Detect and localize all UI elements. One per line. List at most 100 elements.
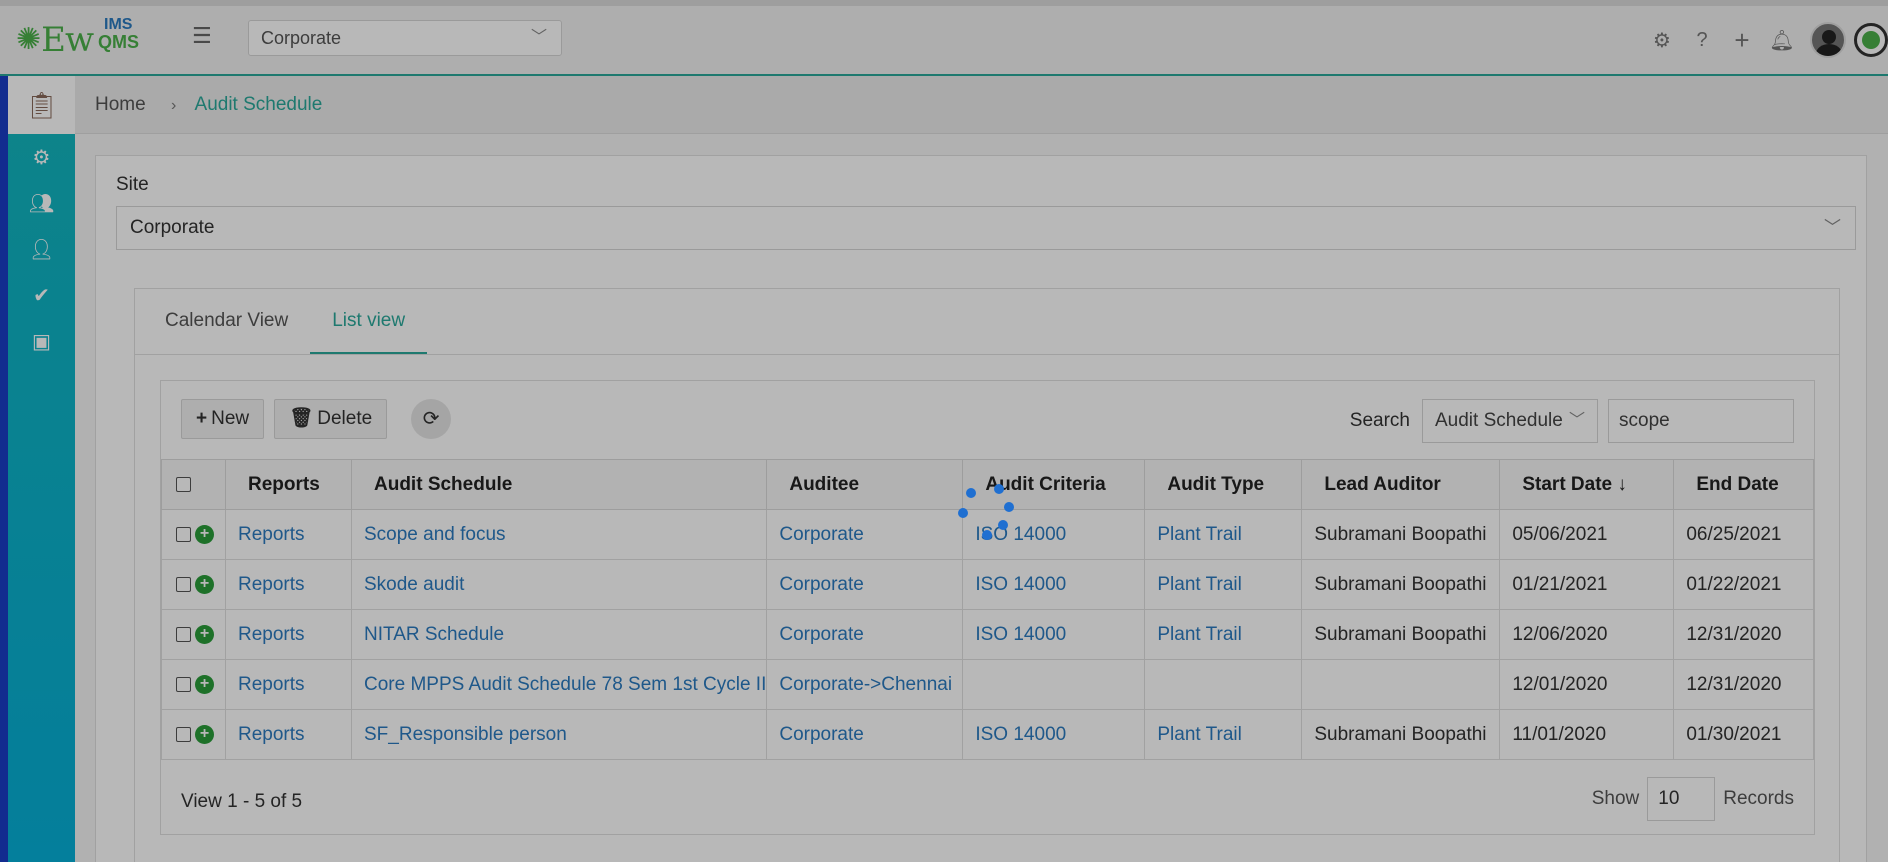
expand-row-icon[interactable]: +	[195, 674, 214, 694]
cell-type[interactable]: Plant Trail	[1144, 509, 1303, 560]
tab-list-view[interactable]: List view	[310, 289, 428, 354]
cell-lead: Subramani Boopathi	[1301, 559, 1501, 610]
cell-lead	[1301, 659, 1501, 710]
user-shield-icon[interactable]: 👤︎	[8, 226, 75, 272]
sidebar: 📋︎ ⚙ 👥︎ 👤︎ ✔︎ ▣	[0, 76, 75, 862]
gear-icon[interactable]: ⚙	[8, 134, 75, 180]
cell-lead: Subramani Boopathi	[1301, 709, 1501, 760]
view-tabs: Calendar View List view	[135, 289, 1839, 355]
user-check-icon[interactable]: ✔︎	[8, 272, 75, 318]
table-row[interactable]: + Reports Core MPPS Audit Schedule 78 Sem …	[161, 659, 1814, 710]
cell-start: 12/06/2020	[1499, 609, 1675, 660]
cell-type[interactable]: Plant Trail	[1144, 609, 1303, 660]
delete-button[interactable]: 🗑︎ Delete	[274, 399, 388, 439]
cell-auditee[interactable]: Corporate->Chennai	[766, 659, 964, 710]
expand-row-icon[interactable]: +	[195, 574, 214, 594]
cell-reports[interactable]: Reports	[225, 609, 352, 660]
help-icon[interactable]: ?	[1682, 29, 1722, 52]
cell-schedule[interactable]: SF_Responsible person	[350, 709, 768, 760]
tab-calendar-view[interactable]: Calendar View	[143, 289, 310, 354]
cell-criteria[interactable]: ISO 14000	[962, 609, 1146, 660]
view-tabs-container: Calendar View List view + New 🗑︎ Delete ⟳ …	[134, 288, 1840, 862]
column-header-reports[interactable]: Reports	[225, 459, 352, 510]
expand-row-icon[interactable]: +	[195, 724, 214, 744]
cell-end: 06/25/2021	[1673, 509, 1814, 560]
row-checkbox[interactable]	[176, 626, 191, 642]
brand-badge-icon[interactable]	[1854, 23, 1888, 57]
menu-toggle-icon[interactable]: ☰	[192, 25, 214, 47]
gear-icon[interactable]: ⚙	[1642, 28, 1682, 53]
cell-criteria[interactable]: ISO 14000	[962, 709, 1146, 760]
search-field-select[interactable]: Audit Schedule ﹀	[1422, 399, 1598, 443]
search-input[interactable]	[1608, 399, 1794, 443]
audit-doc-icon[interactable]: 📋︎	[8, 76, 75, 134]
chevron-down-icon: ﹀	[1568, 412, 1585, 429]
column-header-audit-type[interactable]: Audit Type	[1144, 459, 1303, 510]
column-header-lead-auditor[interactable]: Lead Auditor	[1301, 459, 1501, 510]
column-header-audit-schedule[interactable]: Audit Schedule	[350, 459, 768, 510]
table-row[interactable]: + Reports NITAR Schedule Corporate ISO 14000…	[161, 609, 1814, 660]
cell-auditee[interactable]: Corporate	[766, 609, 964, 660]
users-gear-icon[interactable]: 👥︎	[8, 180, 75, 226]
cell-type[interactable]: Plant Trail	[1144, 709, 1303, 760]
cell-schedule[interactable]: Skode audit	[350, 559, 768, 610]
logo-text: Ew	[41, 20, 94, 60]
expand-row-icon[interactable]: +	[195, 624, 214, 644]
column-header-start-date[interactable]: Start Date ↓	[1499, 459, 1675, 510]
cell-start: 05/06/2021	[1499, 509, 1675, 560]
cell-start: 11/01/2020	[1499, 709, 1675, 760]
cell-reports[interactable]: Reports	[225, 559, 352, 610]
bell-icon[interactable]: 🔔︎	[1762, 28, 1802, 53]
column-header-end-date[interactable]: End Date	[1673, 459, 1814, 510]
refresh-icon[interactable]: ⟳	[411, 399, 452, 439]
cell-type	[1144, 659, 1303, 710]
start-date-header-label: Start Date	[1522, 473, 1613, 495]
cell-auditee[interactable]: Corporate	[766, 509, 964, 560]
select-all-checkbox[interactable]	[176, 476, 191, 492]
cell-schedule[interactable]: Scope and focus	[350, 509, 768, 560]
cell-auditee[interactable]: Corporate	[766, 559, 964, 610]
cell-end: 12/31/2020	[1673, 659, 1814, 710]
cell-type[interactable]: Plant Trail	[1144, 559, 1303, 610]
row-checkbox[interactable]	[176, 576, 191, 592]
new-button[interactable]: + New	[181, 399, 265, 439]
cell-end: 01/30/2021	[1673, 709, 1814, 760]
breadcrumb-home[interactable]: Home	[95, 94, 146, 115]
row-checkbox[interactable]	[176, 676, 191, 692]
user-board-icon[interactable]: ▣	[8, 318, 75, 364]
expand-row-icon[interactable]: +	[195, 524, 214, 544]
plus-icon[interactable]: +	[1722, 25, 1762, 56]
column-header-auditee[interactable]: Auditee	[766, 459, 964, 510]
logo-qms: QMS	[98, 32, 140, 52]
cell-schedule[interactable]: Core MPPS Audit Schedule 78 Sem 1st Cycl…	[350, 659, 768, 710]
table-row[interactable]: + Reports Scope and focus Corporate ISO 1400…	[161, 509, 1814, 560]
cell-criteria[interactable]: ISO 14000	[962, 559, 1146, 610]
cell-reports[interactable]: Reports	[225, 709, 352, 760]
breadcrumb-current: Audit Schedule	[194, 94, 323, 115]
records-per-page-input[interactable]: 10	[1647, 777, 1716, 821]
site-select[interactable]: Corporate ﹀	[116, 206, 1856, 250]
row-checkbox[interactable]	[176, 526, 191, 542]
cell-reports[interactable]: Reports	[225, 659, 352, 710]
pagination-summary: View 1 - 5 of 5	[181, 791, 303, 812]
cell-criteria[interactable]: ISO 14000	[962, 509, 1146, 560]
table-header-row: Reports Audit Schedule Auditee Audit Cri…	[161, 459, 1814, 510]
trash-icon: 🗑︎	[289, 408, 314, 429]
site-selector-top[interactable]: Corporate ﹀	[248, 20, 562, 56]
cell-auditee[interactable]: Corporate	[766, 709, 964, 760]
table-row[interactable]: + Reports SF_Responsible person Corporate IS…	[161, 709, 1814, 760]
records-label: Records	[1723, 788, 1794, 809]
records-per-page: Show 10 Records	[1592, 777, 1794, 821]
cell-lead: Subramani Boopathi	[1301, 609, 1501, 660]
chevron-down-icon: ﹀	[530, 29, 547, 46]
cell-start: 01/21/2021	[1499, 559, 1675, 610]
app-logo[interactable]: ✺ Ew IMS QMS	[16, 16, 139, 60]
cell-reports[interactable]: Reports	[225, 509, 352, 560]
table-row[interactable]: + Reports Skode audit Corporate ISO 14000 Pla…	[161, 559, 1814, 610]
logo-sun-icon: ✺	[16, 23, 42, 56]
search-label: Search	[1349, 410, 1410, 431]
column-header-audit-criteria[interactable]: Audit Criteria	[962, 459, 1146, 510]
row-checkbox[interactable]	[176, 726, 191, 742]
cell-schedule[interactable]: NITAR Schedule	[350, 609, 768, 660]
user-avatar[interactable]	[1810, 22, 1846, 58]
